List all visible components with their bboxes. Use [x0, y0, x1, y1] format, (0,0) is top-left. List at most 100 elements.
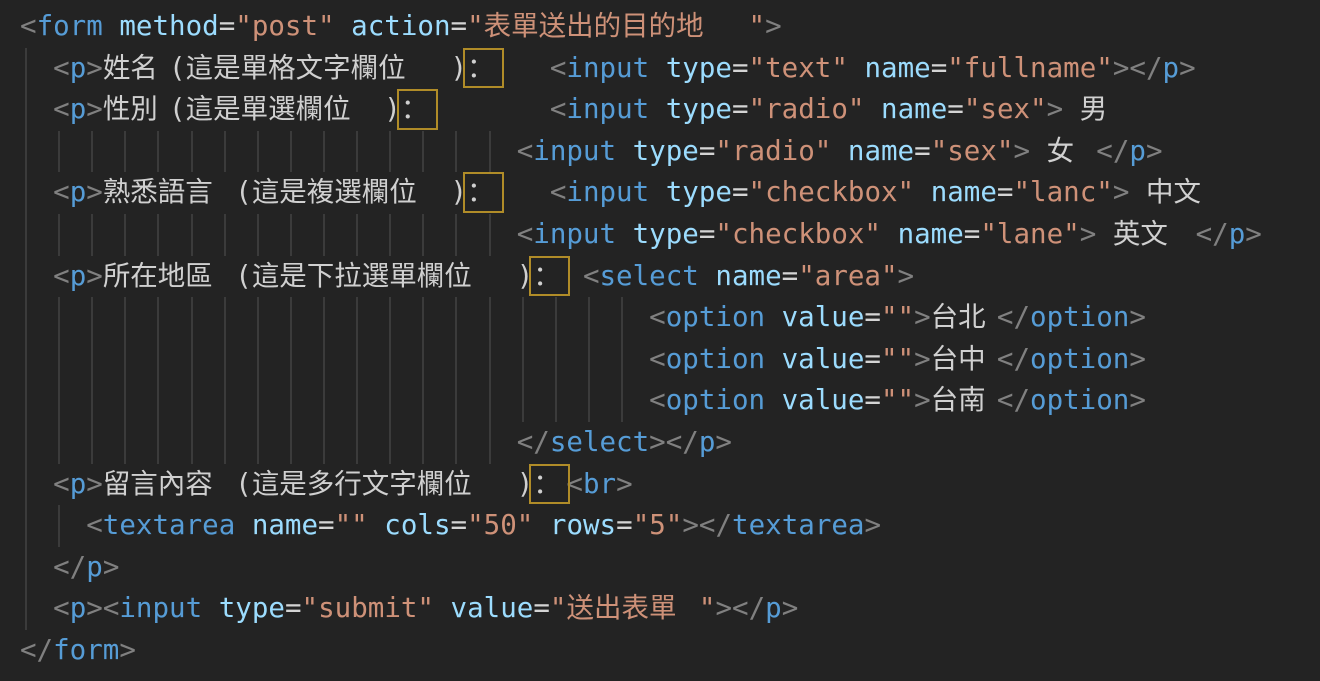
- code-token-tag-name: p: [1163, 52, 1180, 84]
- code-token-text: [881, 218, 898, 250]
- code-token-tag-name: p: [1129, 135, 1146, 167]
- unicode-highlight-box: ：: [401, 93, 434, 125]
- code-token-punctuation: </: [20, 634, 53, 666]
- code-line: <input type="radio" name="sex"> 女 </p>: [20, 131, 1320, 173]
- code-line: <p><input type="submit" value="送出表單"></p…: [20, 588, 1320, 630]
- code-token-text: [649, 52, 666, 84]
- code-token-text: 姓名: [103, 48, 169, 90]
- code-token-attribute-name: name: [898, 218, 964, 250]
- code-line: <form method="post" action="表單送出的目的地">: [20, 6, 1320, 48]
- code-token-punctuation: >: [616, 468, 633, 500]
- code-token-punctuation: >: [715, 426, 732, 458]
- code-token-text: [20, 384, 649, 416]
- code-token-text: [765, 343, 782, 375]
- code-line: <textarea name="" cols="50" rows="5"></t…: [20, 505, 1320, 547]
- code-token-punctuation: >: [864, 509, 881, 541]
- code-token-punctuation: <: [649, 384, 666, 416]
- code-token-text: [1179, 218, 1196, 250]
- code-token-text: 性別: [103, 89, 169, 131]
- code-token-tag-name: textarea: [103, 509, 235, 541]
- code-token-equals: =: [732, 52, 749, 84]
- code-token-punctuation: >: [86, 468, 103, 500]
- code-token-text: (: [235, 176, 252, 208]
- code-token-tag-name: option: [666, 384, 765, 416]
- code-token-punctuation: <: [103, 592, 120, 624]
- code-token-punctuation: >: [103, 551, 120, 583]
- code-token-text: [533, 509, 550, 541]
- unicode-highlight-box: ：: [467, 52, 500, 84]
- code-line: <option value="">台南</option>: [20, 380, 1320, 422]
- code-token-text: [20, 468, 53, 500]
- code-token-tag-name: input: [533, 218, 616, 250]
- code-token-punctuation: <: [550, 52, 567, 84]
- code-token-text: [434, 93, 550, 125]
- code-token-text: [20, 218, 517, 250]
- code-token-attribute-name: name: [931, 176, 997, 208]
- code-token-tag-name: p: [70, 260, 87, 292]
- code-token-attribute-name: value: [782, 384, 865, 416]
- code-token-fullwidth-colon: ：: [401, 94, 434, 126]
- code-token-tag-name: p: [70, 592, 87, 624]
- code-token-attribute-name: value: [451, 592, 534, 624]
- code-token-text: [335, 10, 352, 42]
- code-token-string-value: "5": [633, 509, 683, 541]
- code-token-punctuation: </: [997, 301, 1030, 333]
- code-token-text: [1030, 135, 1047, 167]
- code-token-text: [20, 301, 649, 333]
- code-token-equals: =: [864, 301, 881, 333]
- code-token-text: 中文: [1146, 172, 1212, 214]
- code-token-punctuation: >: [1129, 301, 1146, 333]
- code-token-tag-name: p: [70, 93, 87, 125]
- code-token-tag-name: input: [119, 592, 202, 624]
- code-token-string-value: "sex": [964, 93, 1047, 125]
- code-token-punctuation: >: [782, 592, 799, 624]
- code-token-string-value: ": [550, 592, 567, 624]
- code-token-string-value: ": [467, 10, 484, 42]
- code-token-tag-name: input: [533, 135, 616, 167]
- code-token-text: 這是複選欄位: [252, 172, 451, 214]
- code-token-equals: =: [947, 93, 964, 125]
- code-token-punctuation: >: [1245, 218, 1262, 250]
- code-token-punctuation: >: [898, 260, 915, 292]
- code-token-tag-name: p: [765, 592, 782, 624]
- code-token-punctuation: ></: [1113, 52, 1163, 84]
- unicode-highlight-box: ：: [533, 468, 566, 500]
- code-editor[interactable]: <form method="post" action="表單送出的目的地"> <…: [0, 0, 1320, 681]
- code-token-attribute-name: rows: [550, 509, 616, 541]
- code-token-punctuation: <: [550, 93, 567, 125]
- code-token-tag-name: p: [70, 468, 87, 500]
- code-token-tag-name: p: [70, 52, 87, 84]
- code-token-equals: =: [451, 509, 468, 541]
- code-token-tag-name: br: [583, 468, 616, 500]
- code-token-text: [368, 509, 385, 541]
- code-token-punctuation: </: [517, 426, 550, 458]
- code-token-punctuation: >: [765, 10, 782, 42]
- code-token-text: [20, 93, 53, 125]
- code-token-punctuation: </: [53, 551, 86, 583]
- code-token-attribute-name: type: [666, 52, 732, 84]
- code-token-tag-name: option: [1030, 301, 1129, 333]
- code-token-text: [914, 176, 931, 208]
- code-token-punctuation: </: [997, 343, 1030, 375]
- code-token-attribute-name: name: [848, 135, 914, 167]
- code-token-punctuation: <: [20, 10, 37, 42]
- code-token-string-value: "50": [467, 509, 533, 541]
- code-token-punctuation: >: [86, 260, 103, 292]
- code-token-punctuation: <: [53, 176, 70, 208]
- code-token-equals: =: [732, 176, 749, 208]
- code-token-string-value: "lane": [980, 218, 1079, 250]
- code-token-text: [20, 176, 53, 208]
- code-token-tag-name: option: [666, 301, 765, 333]
- code-token-punctuation: <: [86, 509, 103, 541]
- code-token-text: [699, 260, 716, 292]
- code-token-text: [649, 93, 666, 125]
- code-token-attribute-name: name: [715, 260, 781, 292]
- code-token-equals: =: [451, 10, 468, 42]
- code-line: </p>: [20, 547, 1320, 589]
- code-token-equals: =: [616, 509, 633, 541]
- code-token-equals: =: [864, 343, 881, 375]
- code-token-text: [434, 592, 451, 624]
- code-token-equals: =: [285, 592, 302, 624]
- code-token-tag-name: input: [566, 93, 649, 125]
- code-token-tag-name: input: [566, 176, 649, 208]
